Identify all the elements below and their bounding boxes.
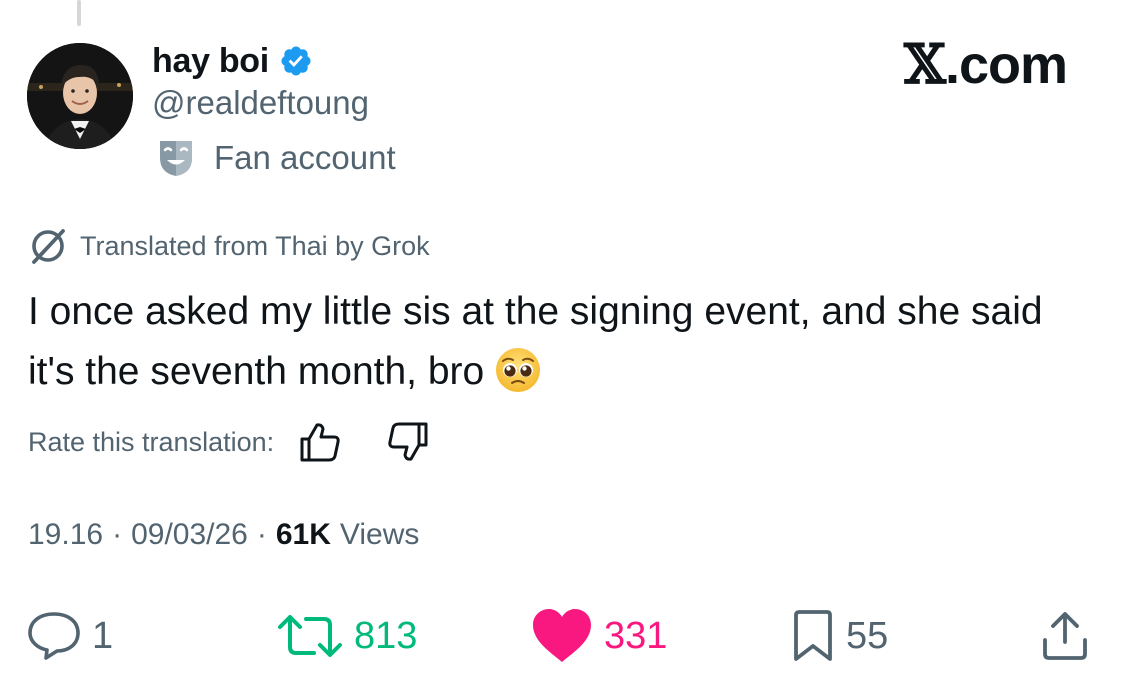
display-name-row: hay boi bbox=[152, 38, 313, 84]
fan-account-masks-icon bbox=[160, 141, 192, 176]
share-icon bbox=[1043, 612, 1087, 660]
like-button[interactable]: 331 bbox=[530, 609, 668, 662]
meta-separator: · bbox=[256, 518, 267, 551]
views-label: Views bbox=[339, 518, 420, 551]
reply-count: 1 bbox=[92, 614, 114, 657]
tweet-screenshot: hay boi @realdeftoung Fan account 𝕏.com … bbox=[0, 0, 1125, 688]
bookmark-icon bbox=[794, 610, 832, 661]
brand-domain: .com bbox=[944, 35, 1068, 95]
display-name[interactable]: hay boi bbox=[152, 42, 269, 81]
verified-badge-icon bbox=[281, 46, 311, 76]
pleading-face-emoji bbox=[496, 347, 541, 392]
thumbs-up-icon[interactable] bbox=[298, 420, 342, 464]
reply-icon bbox=[28, 612, 80, 660]
tweet-date[interactable]: 09/03/26 bbox=[131, 518, 248, 552]
rate-translation-label: Rate this translation: bbox=[28, 426, 275, 457]
avatar-photo bbox=[27, 43, 133, 149]
grok-icon bbox=[32, 229, 65, 264]
x-logo: 𝕏 bbox=[904, 32, 946, 96]
retweet-button[interactable]: 813 bbox=[276, 610, 417, 662]
heart-icon bbox=[533, 609, 591, 662]
bookmark-count: 55 bbox=[846, 614, 889, 657]
x-com-watermark: 𝕏.com bbox=[904, 32, 1068, 96]
views-count: 61K bbox=[275, 518, 331, 551]
bookmark-button[interactable]: 55 bbox=[790, 610, 888, 662]
handle[interactable]: @realdeftoung bbox=[152, 84, 369, 122]
share-button[interactable] bbox=[1040, 610, 1090, 662]
tweet-time[interactable]: 19.16 bbox=[28, 518, 103, 552]
fan-account-label: Fan account bbox=[214, 139, 396, 176]
tweet-metadata: 19.16 · 09/03/26 · 61K Views bbox=[28, 518, 419, 552]
reply-button[interactable]: 1 bbox=[26, 610, 113, 662]
translation-notice: Translated from Thai by Grok bbox=[28, 226, 430, 266]
account-label: Fan account bbox=[158, 138, 396, 178]
like-count: 331 bbox=[604, 614, 668, 657]
thumbs-down-icon[interactable] bbox=[386, 420, 430, 464]
retweet-icon bbox=[278, 615, 342, 657]
retweet-count: 813 bbox=[354, 614, 418, 657]
translated-from-label: Translated from Thai by Grok bbox=[80, 230, 430, 261]
thread-connector-line bbox=[77, 0, 81, 26]
meta-separator: · bbox=[112, 518, 123, 551]
rate-translation-row: Rate this translation: bbox=[28, 420, 430, 464]
tweet-body: I once asked my little sis at the signin… bbox=[28, 282, 1088, 402]
avatar[interactable] bbox=[27, 43, 133, 149]
